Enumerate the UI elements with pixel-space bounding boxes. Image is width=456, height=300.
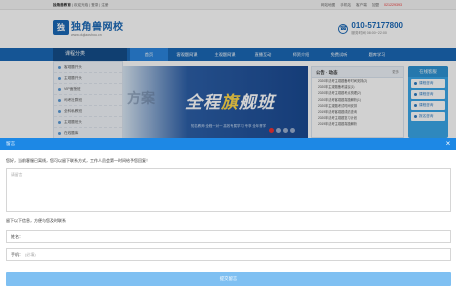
name-input[interactable] [25, 234, 405, 239]
contact-hint: 留下以下信息，方便与您及时联系 [6, 218, 66, 223]
phone-label: 手机： [11, 251, 23, 257]
leave-message-dialog: 留言 × 您好，当前客服已离线，您可以留下联系方式，工作人员会第一时间给予您回复… [0, 138, 456, 300]
dialog-header: 留言 × [0, 138, 456, 150]
phone-field[interactable]: 手机： [6, 248, 451, 261]
submit-message-button[interactable]: 提交留言 [6, 272, 451, 286]
name-field[interactable]: 姓名： [6, 230, 451, 243]
message-textarea[interactable] [6, 168, 451, 212]
name-label: 姓名： [11, 233, 23, 239]
offline-message: 您好，当前客服已离线，您可以留下联系方式，工作人员会第一时间给予您回复！ [6, 158, 150, 163]
close-icon[interactable]: × [444, 140, 452, 148]
dialog-title: 留言 [6, 141, 16, 146]
phone-input[interactable] [25, 252, 405, 257]
